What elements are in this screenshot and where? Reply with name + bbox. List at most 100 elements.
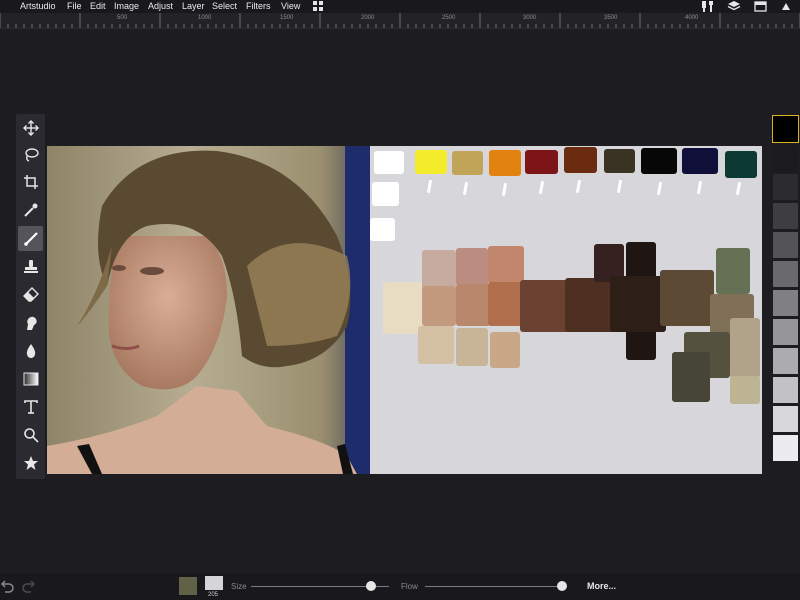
paint-tick (426, 179, 433, 194)
gray-swatch-selected[interactable] (772, 115, 799, 143)
gradient-tool[interactable] (18, 366, 43, 391)
paint-mix (383, 282, 423, 334)
horizontal-ruler: 500 1000 1500 2000 2500 3000 3500 4000 (0, 13, 800, 29)
paint-tick (575, 179, 582, 194)
favorites-tool[interactable] (18, 450, 43, 475)
palette-swatch (374, 151, 404, 174)
ruler-label: 3000 (523, 15, 537, 21)
redo-icon[interactable] (22, 579, 36, 598)
paint-mix (730, 376, 760, 404)
gray-swatch[interactable] (773, 377, 798, 403)
color-mixing-palette (370, 146, 762, 474)
text-icon (23, 399, 38, 414)
palette-swatch (525, 150, 558, 174)
magnifier-icon (23, 427, 39, 443)
palette-swatch (682, 148, 718, 174)
flow-slider-track[interactable] (425, 586, 565, 587)
text-tool[interactable] (18, 394, 43, 419)
palette-swatch (489, 150, 521, 176)
size-slider-knob[interactable] (366, 581, 377, 591)
gray-swatch[interactable] (773, 348, 798, 374)
gray-swatch[interactable] (773, 232, 798, 258)
menu-view[interactable]: View (281, 0, 300, 12)
ruler-label: 1000 (198, 15, 212, 21)
paint-mix (610, 276, 666, 332)
window-icon[interactable] (752, 0, 768, 12)
menu-filters[interactable]: Filters (246, 0, 271, 12)
gray-swatch[interactable] (773, 435, 798, 461)
portrait-photo (47, 146, 370, 474)
secondary-color-swatch[interactable] (205, 576, 223, 590)
gray-swatch[interactable] (773, 174, 798, 200)
blur-tool[interactable] (18, 338, 43, 363)
collapse-up-icon[interactable] (779, 0, 793, 12)
paint-tick (616, 179, 623, 194)
eraser-icon (22, 286, 39, 302)
paint-mix (456, 248, 488, 286)
grid-icon[interactable] (311, 0, 325, 12)
menu-edit[interactable]: Edit (90, 0, 106, 12)
undo-icon[interactable] (0, 579, 14, 598)
paint-mix (660, 270, 714, 326)
star-icon (23, 455, 38, 470)
drop-icon (26, 343, 35, 358)
flow-slider-knob[interactable] (557, 581, 568, 591)
move-tool[interactable] (18, 115, 43, 140)
palette-swatch (415, 150, 447, 174)
paint-tick (656, 181, 663, 196)
brush-size-value: 205 (208, 592, 219, 598)
grayscale-panel (770, 114, 800, 472)
gray-swatch[interactable] (773, 203, 798, 229)
more-button[interactable]: More... (587, 581, 616, 591)
primary-color-swatch[interactable] (179, 577, 197, 595)
brush-settings-icon[interactable] (700, 0, 716, 12)
lasso-tool[interactable] (18, 142, 43, 167)
gray-swatch[interactable] (773, 145, 798, 171)
paint-mix (490, 332, 520, 368)
menu-select[interactable]: Select (212, 0, 237, 12)
gray-swatch[interactable] (773, 261, 798, 287)
gray-swatch[interactable] (773, 290, 798, 316)
paint-dab (372, 182, 399, 206)
menu-image[interactable]: Image (114, 0, 139, 12)
palette-swatch (604, 149, 635, 173)
paint-mix (418, 326, 454, 364)
paint-mix (672, 352, 710, 402)
gray-swatch[interactable] (773, 406, 798, 432)
paint-tick (538, 180, 545, 195)
paint-mix (488, 246, 524, 284)
move-icon (22, 119, 39, 136)
tool-palette (16, 114, 45, 479)
smudge-tool[interactable] (18, 310, 43, 335)
size-label: Size (231, 582, 247, 591)
ruler-label: 500 (117, 15, 128, 21)
menu-file[interactable]: File (67, 0, 82, 12)
menu-app-name[interactable]: Artstudio (20, 0, 56, 12)
paint-mix (520, 280, 570, 332)
palette-swatch (641, 148, 677, 174)
bottom-toolbar: 205 Size Flow More... (0, 573, 800, 600)
layers-icon[interactable] (726, 0, 742, 12)
palette-swatch (725, 151, 757, 178)
paint-mix (456, 284, 490, 326)
menu-adjust[interactable]: Adjust (148, 0, 173, 12)
menu-layer[interactable]: Layer (182, 0, 205, 12)
paint-tick (696, 180, 703, 195)
menu-bar: Artstudio File Edit Image Adjust Layer S… (0, 0, 800, 13)
stamp-icon (23, 259, 38, 273)
paint-tick (735, 181, 742, 196)
gray-swatch[interactable] (773, 319, 798, 345)
eyedropper-tool[interactable] (18, 197, 43, 222)
eraser-tool[interactable] (18, 282, 43, 307)
ruler-label: 2000 (361, 15, 375, 21)
paint-tick (501, 182, 508, 197)
crop-tool[interactable] (18, 169, 43, 194)
brush-tool[interactable] (18, 226, 43, 251)
eyedropper-icon (23, 203, 37, 217)
document-canvas[interactable] (47, 146, 762, 474)
smudge-icon (26, 316, 37, 330)
stamp-tool[interactable] (18, 254, 43, 279)
ruler-label: 1500 (280, 15, 294, 21)
ruler-label: 4000 (685, 15, 699, 21)
zoom-tool[interactable] (18, 422, 43, 447)
